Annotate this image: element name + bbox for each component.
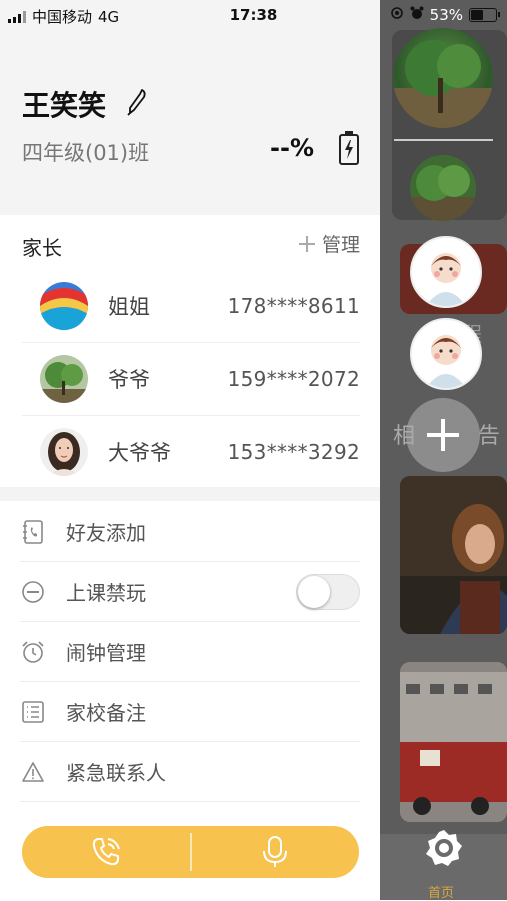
network-label: 4G bbox=[98, 7, 120, 26]
location-icon bbox=[390, 6, 404, 24]
parents-list: 姐姐 178****8611 爷爷 159****2072 大爷爷 153***… bbox=[22, 270, 360, 488]
phonebook-icon bbox=[20, 519, 46, 545]
profile-header: 王笑笑 四年级(01)班 --% bbox=[0, 0, 380, 215]
minus-circle-icon bbox=[20, 579, 46, 605]
contact-row[interactable]: 大爷爷 153****3292 bbox=[22, 416, 360, 488]
manage-parents-button[interactable]: 管理 bbox=[298, 230, 360, 257]
bg-video-card bbox=[400, 476, 507, 634]
menu-label: 家校备注 bbox=[66, 701, 146, 725]
child-name: 王笑笑 bbox=[22, 89, 107, 122]
contact-name: 大爷爷 bbox=[108, 441, 171, 465]
watch-avatar-small[interactable] bbox=[410, 155, 476, 221]
woman-avatar bbox=[40, 428, 88, 476]
toggle-knob bbox=[298, 575, 330, 608]
battery-percent: 53% bbox=[429, 6, 463, 24]
bg-news-card bbox=[400, 662, 507, 822]
alarm-icon bbox=[410, 6, 424, 24]
edit-name-icon[interactable] bbox=[126, 88, 148, 120]
contact-phone: 159****2072 bbox=[227, 367, 360, 391]
status-bar: 中国移动 4G 17:38 53% bbox=[0, 0, 507, 30]
voice-message-button[interactable] bbox=[192, 826, 360, 878]
bg-partial-text-3: 告 bbox=[478, 424, 501, 449]
manage-label: 管理 bbox=[321, 234, 360, 256]
alarm-clock-icon bbox=[20, 639, 46, 665]
contact-phone: 178****8611 bbox=[227, 294, 360, 318]
watch-avatar-large[interactable] bbox=[393, 28, 493, 128]
warning-icon bbox=[20, 759, 46, 785]
carrier-label: 中国移动 bbox=[32, 8, 93, 26]
signal-icon bbox=[8, 10, 26, 23]
tree-avatar bbox=[40, 355, 88, 403]
menu-label: 上课禁玩 bbox=[66, 581, 146, 605]
microphone-icon bbox=[263, 836, 288, 867]
side-drawer: 王笑笑 四年级(01)班 --% 家长 管理 姐姐 178****8611 爷爷… bbox=[0, 0, 380, 900]
rainbow-avatar bbox=[40, 282, 88, 330]
contact-row[interactable]: 爷爷 159****2072 bbox=[22, 343, 360, 416]
class-mode-toggle[interactable] bbox=[296, 573, 360, 610]
plus-icon bbox=[298, 235, 315, 252]
contact-row[interactable]: 姐姐 178****8611 bbox=[22, 270, 360, 343]
list-icon bbox=[20, 699, 46, 725]
tab-home-icon[interactable] bbox=[422, 826, 466, 870]
menu-class-mode[interactable]: 上课禁玩 bbox=[20, 562, 360, 622]
contact-name: 姐姐 bbox=[108, 295, 150, 319]
menu-emergency-contact[interactable]: 紧急联系人 bbox=[20, 742, 360, 802]
menu-label: 闹钟管理 bbox=[66, 641, 146, 665]
child-avatar-1[interactable] bbox=[410, 236, 482, 308]
contact-phone: 153****3292 bbox=[227, 440, 360, 464]
section-divider bbox=[0, 487, 380, 501]
tab-home-label[interactable]: 首页 bbox=[428, 882, 454, 901]
plus-icon bbox=[427, 419, 459, 451]
voice-call-button[interactable] bbox=[22, 826, 190, 878]
menu-school-notes[interactable]: 家校备注 bbox=[20, 682, 360, 742]
menu-label: 紧急联系人 bbox=[66, 761, 166, 785]
add-watch-button[interactable] bbox=[406, 398, 480, 472]
bg-divider-line bbox=[394, 139, 493, 141]
watch-battery-icon bbox=[338, 130, 360, 170]
phone-icon bbox=[92, 838, 120, 866]
child-avatar-2[interactable] bbox=[410, 318, 482, 390]
class-label: 四年级(01)班 bbox=[22, 141, 150, 165]
menu-alarm[interactable]: 闹钟管理 bbox=[20, 622, 360, 682]
parents-section-title: 家长 bbox=[22, 236, 62, 260]
menu-add-friend[interactable]: 好友添加 bbox=[20, 502, 360, 562]
menu-label: 好友添加 bbox=[66, 521, 146, 545]
bg-partial-text-2: 相 bbox=[393, 424, 416, 449]
call-bar bbox=[22, 826, 359, 878]
contact-name: 爷爷 bbox=[108, 368, 150, 392]
battery-status-icon bbox=[469, 8, 500, 22]
settings-menu: 好友添加 上课禁玩 闹钟管理 家校备注 紧急联系人 bbox=[0, 502, 380, 802]
watch-battery-reading: --% bbox=[270, 134, 314, 162]
